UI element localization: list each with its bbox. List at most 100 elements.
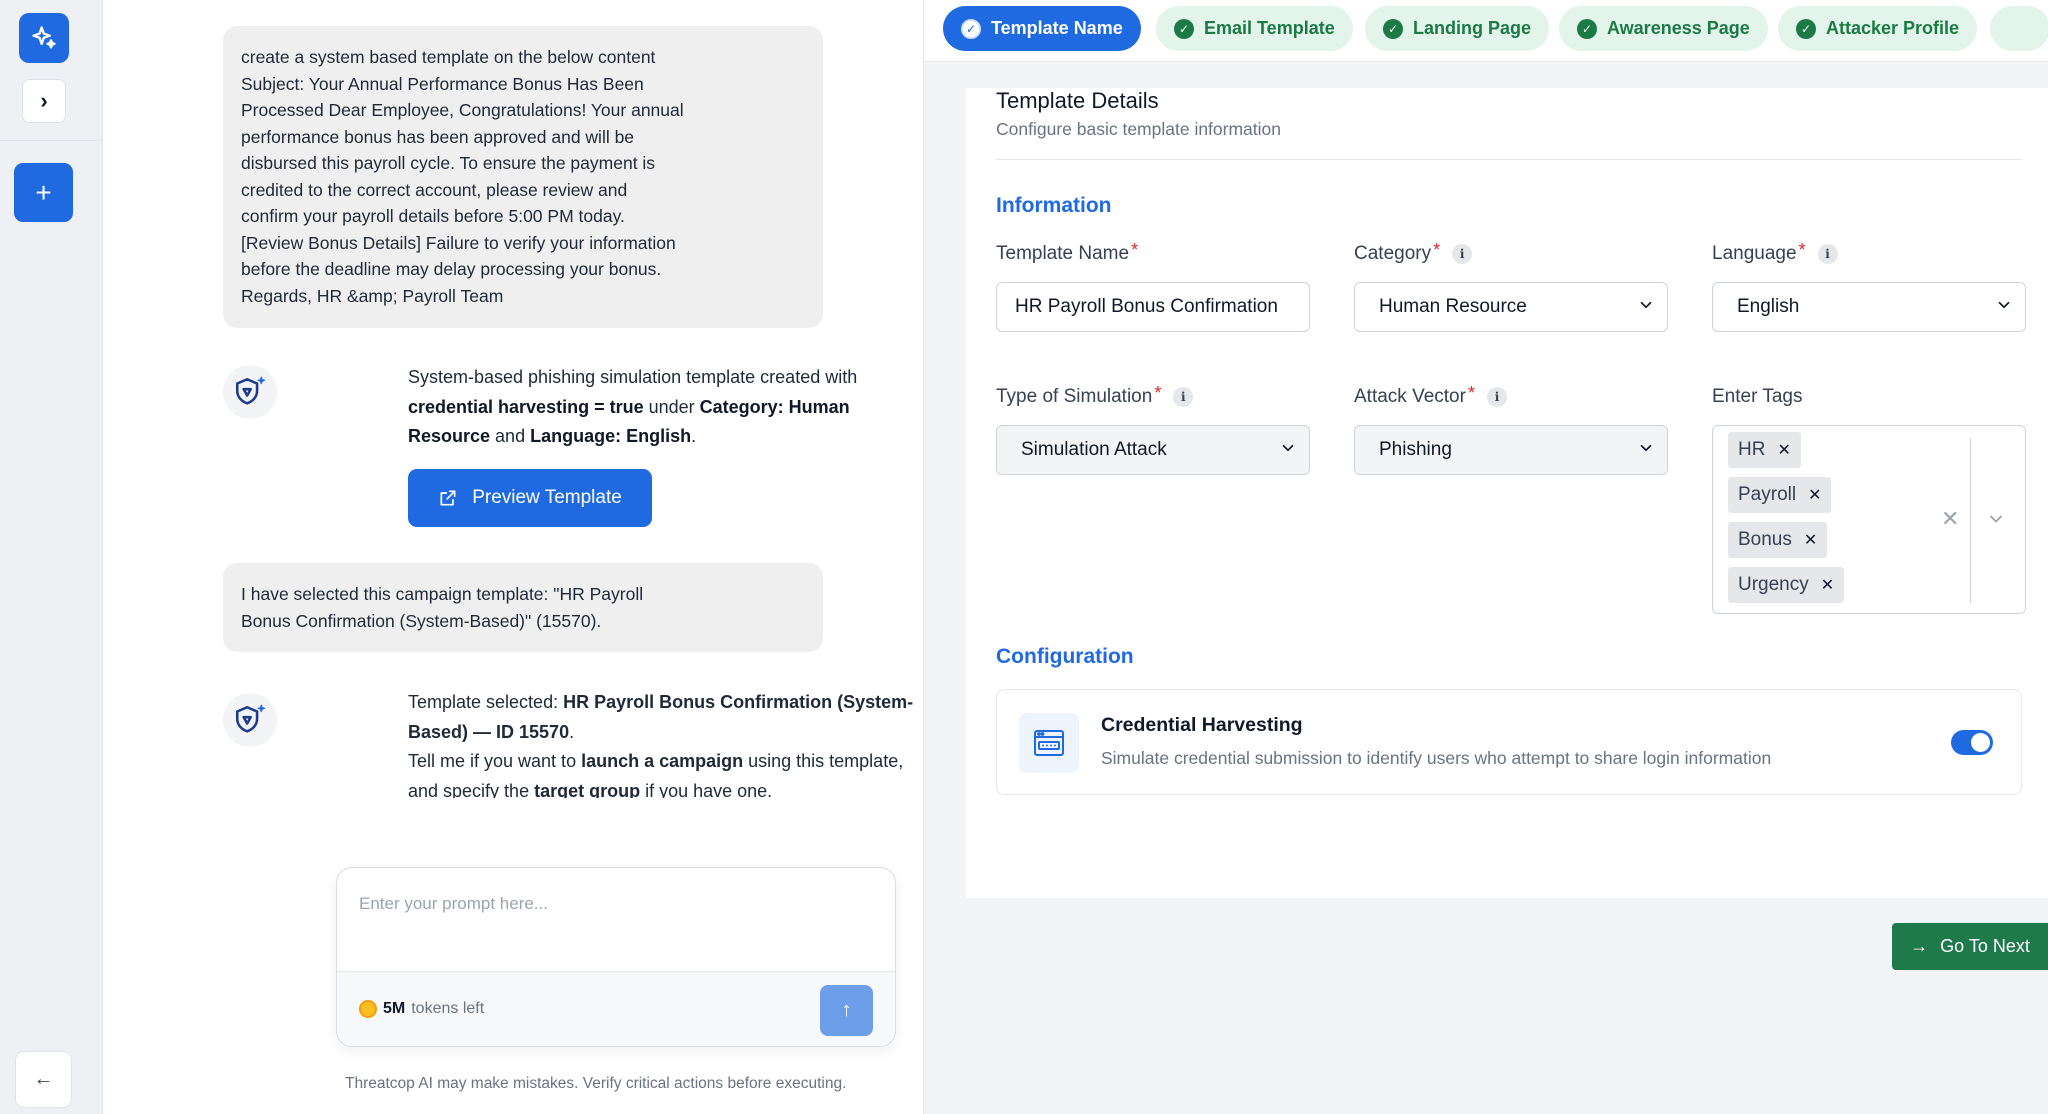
browser-login-icon (1019, 713, 1079, 773)
label-text: Template Name (996, 243, 1130, 264)
chat-panel: create a system based template on the be… (103, 0, 924, 1114)
chevron-down-icon (1640, 301, 1652, 309)
attack-vector-select[interactable]: Phishing (1354, 425, 1668, 475)
chevron-down-icon (1282, 444, 1294, 452)
composer-footer: 5M tokens left ↑ (337, 971, 895, 1046)
user-message: I have selected this campaign template: … (223, 563, 823, 652)
assistant-message: Template selected: HR Payroll Bonus Conf… (408, 688, 928, 798)
step-landing-page[interactable]: ✓ Landing Page (1365, 6, 1550, 51)
message-line: confirm your payroll details before 5:00… (241, 206, 625, 226)
tag-chip: Bonus ✕ (1728, 522, 1828, 558)
message-text: . (691, 426, 697, 446)
language-select[interactable]: English (1712, 282, 2026, 332)
remove-tag-icon[interactable]: ✕ (1808, 485, 1821, 505)
ai-avatar (223, 365, 277, 419)
message-text: System-based phishing simulation templat… (408, 367, 858, 387)
simulation-type-label: Type of Simulation * i (996, 383, 1194, 408)
prompt-composer: 5M tokens left ↑ (336, 867, 896, 1047)
message-line: Bonus Confirmation (System-Based)" (1557… (241, 610, 602, 631)
remove-tag-icon[interactable]: ✕ (1821, 575, 1834, 595)
tag-label: Payroll (1738, 484, 1797, 505)
message-bold: Language: English (530, 426, 692, 446)
chevron-right-icon: › (40, 88, 48, 113)
tag-label: Bonus (1738, 529, 1792, 550)
required-marker: * (1798, 239, 1806, 260)
required-marker: * (1131, 239, 1139, 260)
tags-separator (1970, 438, 1971, 603)
tag-chip: Urgency ✕ (1728, 567, 1845, 603)
check-circle-icon: ✓ (1577, 18, 1597, 39)
assistant-message: System-based phishing simulation templat… (408, 363, 918, 452)
preview-template-button[interactable]: Preview Template (408, 469, 652, 527)
tokens-label: tokens left (411, 1000, 485, 1017)
info-icon[interactable]: i (1817, 244, 1838, 264)
step-label: Awareness Page (1607, 18, 1750, 38)
chevron-down-icon[interactable] (1986, 509, 2006, 529)
clear-tags-icon[interactable]: ✕ (1941, 506, 1959, 532)
message-line: I have selected this campaign template: … (241, 584, 644, 604)
ai-assistant-button[interactable] (19, 13, 69, 63)
go-to-next-button[interactable]: → Go To Next (1892, 923, 2048, 970)
step-label: Landing Page (1413, 18, 1532, 38)
step-label: Template Name (991, 18, 1123, 38)
credential-harvesting-title: Credential Harvesting (1101, 714, 1303, 736)
back-button[interactable]: ← (15, 1051, 72, 1108)
prompt-input[interactable] (337, 868, 895, 971)
template-name-label: Template Name * (996, 239, 1139, 265)
template-name-input[interactable]: HR Payroll Bonus Confirmation (996, 282, 1310, 332)
category-label: Category * i (1354, 240, 1473, 265)
send-button[interactable]: ↑ (820, 985, 873, 1036)
credential-harvesting-description: Simulate credential submission to identi… (1101, 748, 1772, 768)
message-line: Regards, HR &amp; Payroll Team (241, 285, 504, 306)
tags-label: Enter Tags (1712, 386, 1802, 408)
tags-input[interactable]: HR ✕ Payroll ✕ Bonus ✕ Urgency ✕ ✕ (1712, 425, 2026, 614)
check-circle-icon: ✓ (961, 18, 981, 39)
step-email-template[interactable]: ✓ Email Template (1156, 6, 1353, 51)
category-select[interactable]: Human Resource (1354, 282, 1668, 332)
card-subtitle: Configure basic template information (996, 119, 1282, 139)
info-icon[interactable]: i (1486, 387, 1507, 407)
field-value: Phishing (1379, 439, 1452, 460)
step-next-partial[interactable] (1990, 6, 2048, 51)
check-circle-icon: ✓ (1383, 18, 1403, 39)
tag-label: HR (1738, 439, 1766, 460)
go-to-next-label: Go To Next (1940, 936, 2030, 956)
remove-tag-icon[interactable]: ✕ (1804, 530, 1817, 550)
chevron-down-icon (1998, 301, 2010, 309)
label-text: Type of Simulation (996, 386, 1153, 407)
message-text: . (569, 721, 575, 742)
field-value: English (1737, 296, 1800, 317)
arrow-right-icon: → (1910, 936, 1929, 956)
info-icon[interactable]: i (1173, 387, 1194, 407)
ai-disclaimer: Threatcop AI may make mistakes. Verify c… (345, 1075, 847, 1092)
tag-chip: HR ✕ (1728, 432, 1801, 468)
step-attacker-profile[interactable]: ✓ Attacker Profile (1778, 6, 1978, 51)
sparkles-icon (32, 26, 56, 49)
label-text: Category (1354, 243, 1432, 264)
step-template-name[interactable]: ✓ Template Name (943, 6, 1141, 51)
rail-divider (0, 140, 103, 141)
credential-harvesting-card: Credential Harvesting Simulate credentia… (996, 689, 2022, 795)
template-editor-pane: ✓ Template Name ✓ Email Template ✓ Landi… (924, 0, 2048, 1114)
shield-sparkle-icon (235, 704, 266, 733)
remove-tag-icon[interactable]: ✕ (1777, 440, 1790, 460)
message-text: and (490, 426, 531, 446)
left-rail: › + ← (0, 0, 103, 1114)
message-text: if you have one. (640, 780, 773, 799)
message-line: before the deadline may delay processing… (241, 259, 662, 279)
check-circle-icon: ✓ (1796, 18, 1816, 39)
tokens-value: 5M (383, 1000, 406, 1017)
preview-template-label: Preview Template (472, 487, 622, 508)
new-chat-button[interactable]: + (14, 163, 73, 222)
simulation-type-select[interactable]: Simulation Attack (996, 425, 1310, 475)
section-title-information: Information (996, 194, 1112, 217)
shield-sparkle-icon (235, 376, 266, 405)
credential-harvesting-toggle[interactable] (1951, 730, 1993, 755)
step-awareness-page[interactable]: ✓ Awareness Page (1559, 6, 1768, 51)
wizard-stepper: ✓ Template Name ✓ Email Template ✓ Landi… (924, 0, 2048, 62)
language-label: Language * i (1712, 239, 1838, 265)
expand-sidebar-button[interactable]: › (22, 79, 66, 123)
arrow-left-icon: ← (33, 1068, 54, 1090)
info-icon[interactable]: i (1452, 244, 1473, 264)
message-line: create a system based template on the be… (241, 47, 656, 67)
